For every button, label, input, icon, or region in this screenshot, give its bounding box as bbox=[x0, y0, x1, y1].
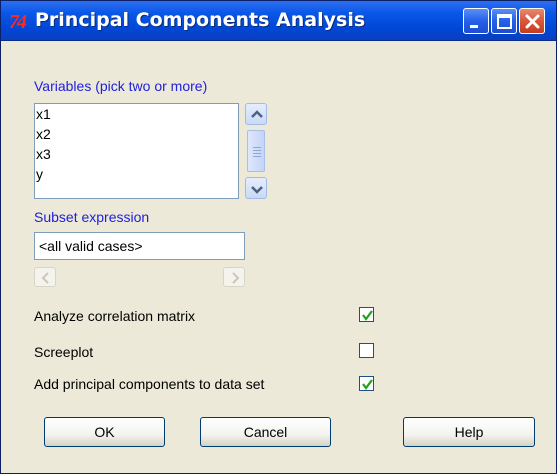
app-logo-icon: 74 bbox=[9, 11, 27, 33]
scroll-right-button[interactable] bbox=[223, 267, 245, 287]
correlation-option-label: Analyze correlation matrix bbox=[34, 308, 196, 324]
variables-scrollbar[interactable] bbox=[245, 103, 267, 199]
list-item[interactable]: x3 bbox=[35, 144, 238, 164]
chevron-right-icon bbox=[232, 272, 240, 284]
cancel-button[interactable]: Cancel bbox=[200, 417, 331, 447]
subset-input[interactable]: <all valid cases> bbox=[34, 232, 245, 260]
help-button[interactable]: Help bbox=[403, 417, 535, 447]
maximize-button[interactable] bbox=[491, 8, 517, 34]
ok-button[interactable]: OK bbox=[44, 417, 165, 447]
window-title: Principal Components Analysis bbox=[35, 9, 366, 31]
maximize-icon bbox=[497, 14, 512, 29]
scroll-up-button[interactable] bbox=[245, 103, 267, 125]
list-item[interactable]: x1 bbox=[35, 104, 238, 124]
add-components-checkbox[interactable] bbox=[359, 376, 374, 391]
subset-label: Subset expression bbox=[34, 209, 150, 225]
chevron-up-icon bbox=[251, 110, 263, 118]
title-bar[interactable]: 74 Principal Components Analysis bbox=[1, 1, 556, 41]
list-item[interactable]: x2 bbox=[35, 124, 238, 144]
checkmark-icon bbox=[362, 310, 373, 321]
variables-label: Variables (pick two or more) bbox=[34, 78, 208, 94]
add-components-option-label: Add principal components to data set bbox=[34, 376, 265, 392]
minimize-icon bbox=[470, 25, 478, 28]
screeplot-checkbox[interactable] bbox=[359, 343, 374, 358]
variables-listbox[interactable]: x1 x2 x3 y bbox=[34, 103, 239, 199]
screeplot-option-label: Screeplot bbox=[34, 344, 94, 360]
dialog-window: 74 Principal Components Analysis Variabl… bbox=[0, 0, 557, 474]
scroll-down-button[interactable] bbox=[245, 177, 267, 199]
scroll-thumb[interactable] bbox=[247, 130, 265, 172]
scroll-left-button[interactable] bbox=[34, 267, 56, 287]
chevron-left-icon bbox=[41, 272, 49, 284]
close-icon bbox=[525, 14, 540, 29]
close-button[interactable] bbox=[519, 8, 545, 34]
correlation-checkbox[interactable] bbox=[359, 307, 374, 322]
checkmark-icon bbox=[362, 379, 373, 390]
subset-scrollbar[interactable] bbox=[34, 267, 245, 289]
chevron-down-icon bbox=[251, 186, 263, 194]
list-item[interactable]: y bbox=[35, 164, 238, 184]
minimize-button[interactable] bbox=[463, 8, 489, 34]
